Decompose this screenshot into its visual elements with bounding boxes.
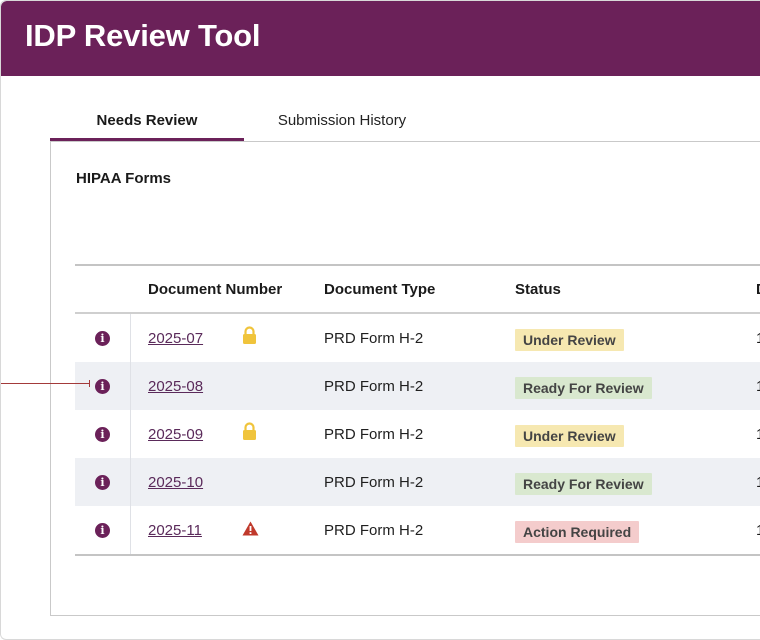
document-number-cell: 2025-07 bbox=[148, 314, 308, 362]
status-badge: Ready For Review bbox=[515, 376, 652, 399]
table-row: i 2025-09 PRD Form H-2 Under Review 1 bbox=[75, 410, 760, 458]
table-row: i 2025-08 PRD Form H-2 Ready For Review … bbox=[75, 362, 760, 410]
status-cell: Ready For Review bbox=[515, 362, 745, 410]
document-number-cell: 2025-09 bbox=[148, 410, 308, 458]
status-badge: Ready For Review bbox=[515, 472, 652, 495]
document-number-cell: 2025-08 bbox=[148, 362, 308, 410]
document-type-cell: PRD Form H-2 bbox=[324, 329, 424, 347]
info-cell: i bbox=[75, 362, 131, 410]
column-header-truncated[interactable]: D bbox=[756, 266, 760, 312]
status-badge: Under Review bbox=[515, 424, 624, 447]
document-type-cell: PRD Form H-2 bbox=[324, 473, 424, 491]
info-cell: i bbox=[75, 458, 131, 506]
app-title: IDP Review Tool bbox=[25, 18, 261, 53]
table-row: i 2025-10 PRD Form H-2 Ready For Review … bbox=[75, 458, 760, 506]
status-cell: Action Required bbox=[515, 506, 745, 554]
tab-submission-history[interactable]: Submission History bbox=[244, 104, 440, 142]
section-title: HIPAA Forms bbox=[76, 170, 172, 187]
truncated-cell: 1 bbox=[756, 362, 760, 410]
lock-icon bbox=[243, 422, 256, 440]
document-link[interactable]: 2025-08 bbox=[148, 378, 203, 395]
document-type-cell: PRD Form H-2 bbox=[324, 521, 424, 539]
info-cell: i bbox=[75, 410, 131, 458]
review-panel: HIPAA Forms Document Number Document Typ… bbox=[50, 141, 760, 616]
document-number-cell: 2025-11 bbox=[148, 506, 308, 554]
info-icon[interactable]: i bbox=[95, 378, 110, 394]
info-icon[interactable]: i bbox=[95, 330, 110, 346]
callout-line bbox=[1, 383, 89, 384]
status-badge: Action Required bbox=[515, 520, 640, 543]
status-badge: Under Review bbox=[515, 328, 624, 351]
truncated-cell: 1 bbox=[756, 458, 760, 506]
column-header-document-type[interactable]: Document Type bbox=[324, 266, 504, 312]
info-icon[interactable]: i bbox=[95, 522, 110, 538]
tab-needs-review[interactable]: Needs Review bbox=[50, 104, 244, 142]
document-link[interactable]: 2025-10 bbox=[148, 474, 203, 491]
documents-table: Document Number Document Type Status D i… bbox=[75, 264, 760, 556]
status-cell: Under Review bbox=[515, 314, 745, 362]
column-header-document-number[interactable]: Document Number bbox=[148, 266, 308, 312]
document-link[interactable]: 2025-09 bbox=[148, 426, 203, 443]
status-cell: Under Review bbox=[515, 410, 745, 458]
document-link[interactable]: 2025-11 bbox=[148, 522, 202, 539]
truncated-cell: 1 bbox=[756, 506, 760, 554]
app-window: IDP Review Tool Needs Review Submission … bbox=[0, 0, 760, 640]
document-type-cell: PRD Form H-2 bbox=[324, 377, 424, 395]
table-row: i 2025-11 PRD Form H-2 Action Required bbox=[75, 506, 760, 554]
lock-icon bbox=[243, 326, 256, 344]
table-body: i 2025-07 PRD Form H-2 Under Review 1 bbox=[75, 314, 760, 554]
table-header-row: Document Number Document Type Status D bbox=[75, 266, 760, 314]
info-cell: i bbox=[75, 314, 131, 362]
truncated-cell: 1 bbox=[756, 314, 760, 362]
status-cell: Ready For Review bbox=[515, 458, 745, 506]
document-type-cell: PRD Form H-2 bbox=[324, 425, 424, 443]
document-number-cell: 2025-10 bbox=[148, 458, 308, 506]
tab-bar: Needs Review Submission History bbox=[50, 104, 760, 142]
callout-tick bbox=[89, 380, 90, 387]
info-icon[interactable]: i bbox=[95, 474, 110, 490]
truncated-cell: 1 bbox=[756, 410, 760, 458]
app-header: IDP Review Tool bbox=[1, 1, 760, 76]
column-header-status[interactable]: Status bbox=[515, 266, 745, 312]
table-row: i 2025-07 PRD Form H-2 Under Review 1 bbox=[75, 314, 760, 362]
info-column-header bbox=[75, 266, 130, 312]
info-cell: i bbox=[75, 506, 131, 554]
info-icon[interactable]: i bbox=[95, 426, 110, 442]
document-link[interactable]: 2025-07 bbox=[148, 330, 203, 347]
warning-icon bbox=[242, 521, 259, 536]
